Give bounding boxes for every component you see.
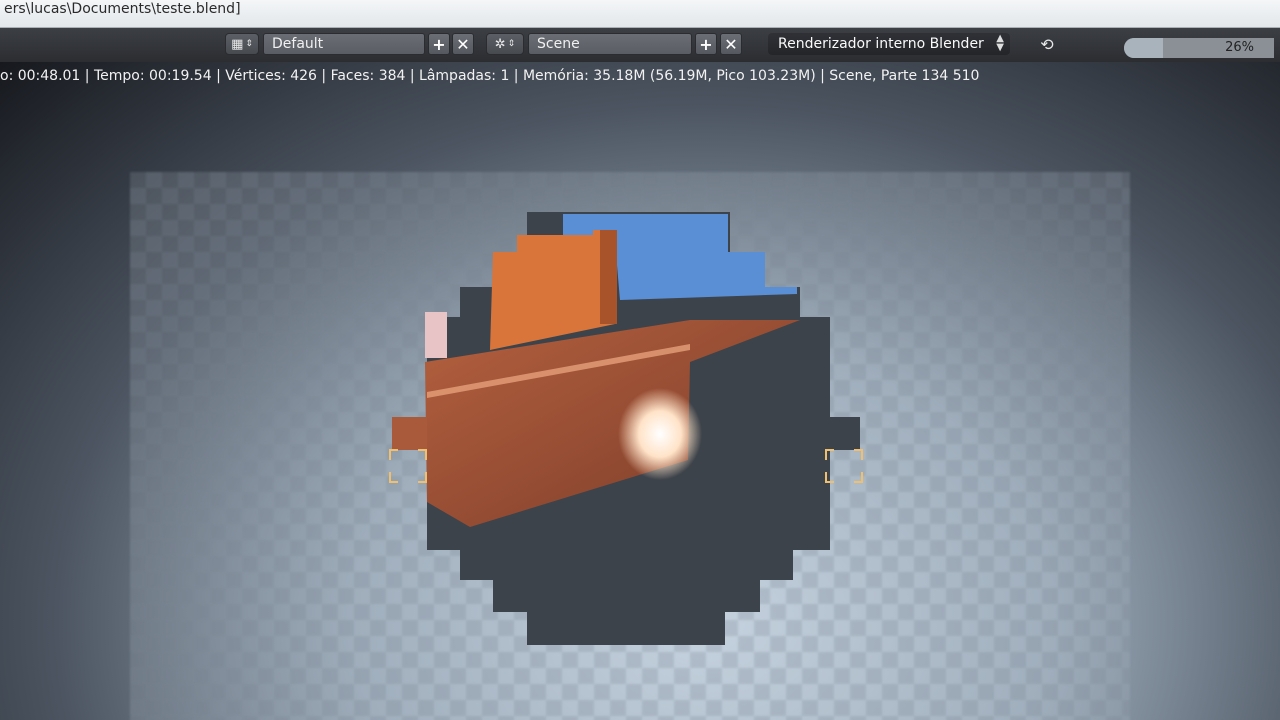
scene-menu-button[interactable]: ✲ ⇕	[486, 33, 524, 55]
add-layout-button[interactable]: +	[428, 33, 450, 55]
updown-icon: ⇕	[245, 39, 253, 49]
render-result-view[interactable]: o: 00:48.01 | Tempo: 00:19.54 | Vértices…	[0, 62, 1280, 720]
render-animation-icon[interactable]: ⟲	[1034, 33, 1060, 55]
updown-icon: ⇕	[507, 39, 516, 49]
screen-layout-menu-button[interactable]: ▦ ⇕	[225, 33, 259, 55]
scene-icon: ✲	[494, 36, 506, 52]
render-engine-label: Renderizador interno Blender	[778, 36, 984, 52]
pink-wall-slice	[425, 312, 447, 358]
add-scene-button[interactable]: +	[695, 33, 717, 55]
updown-icon: ▲ ▼	[996, 33, 1004, 53]
render-progress-text: 26%	[1225, 40, 1254, 55]
light-glow	[618, 388, 702, 480]
scene-field[interactable]: Scene	[528, 33, 692, 55]
screen-layout-field[interactable]: Default	[263, 33, 425, 55]
render-progress-bar: 26%	[1124, 38, 1274, 58]
plus-icon: +	[432, 34, 446, 54]
render-engine-select[interactable]: Renderizador interno Blender ▲ ▼	[768, 33, 1010, 55]
close-icon: ✕	[456, 34, 470, 54]
render-progress-fill	[1124, 38, 1163, 58]
close-icon: ✕	[724, 34, 738, 54]
window-title-bar: ers\lucas\Documents\teste.blend]	[0, 0, 1280, 28]
remove-scene-button[interactable]: ✕	[720, 33, 742, 55]
window-title: ers\lucas\Documents\teste.blend]	[4, 1, 241, 17]
layout-grid-icon: ▦	[231, 36, 244, 52]
remove-layout-button[interactable]: ✕	[452, 33, 474, 55]
plus-icon: +	[699, 34, 713, 54]
info-header: ▦ ⇕ Default + ✕ ✲ ⇕ Scene + ✕ Renderizador…	[0, 28, 1280, 62]
rendered-tiles-image	[389, 212, 863, 645]
